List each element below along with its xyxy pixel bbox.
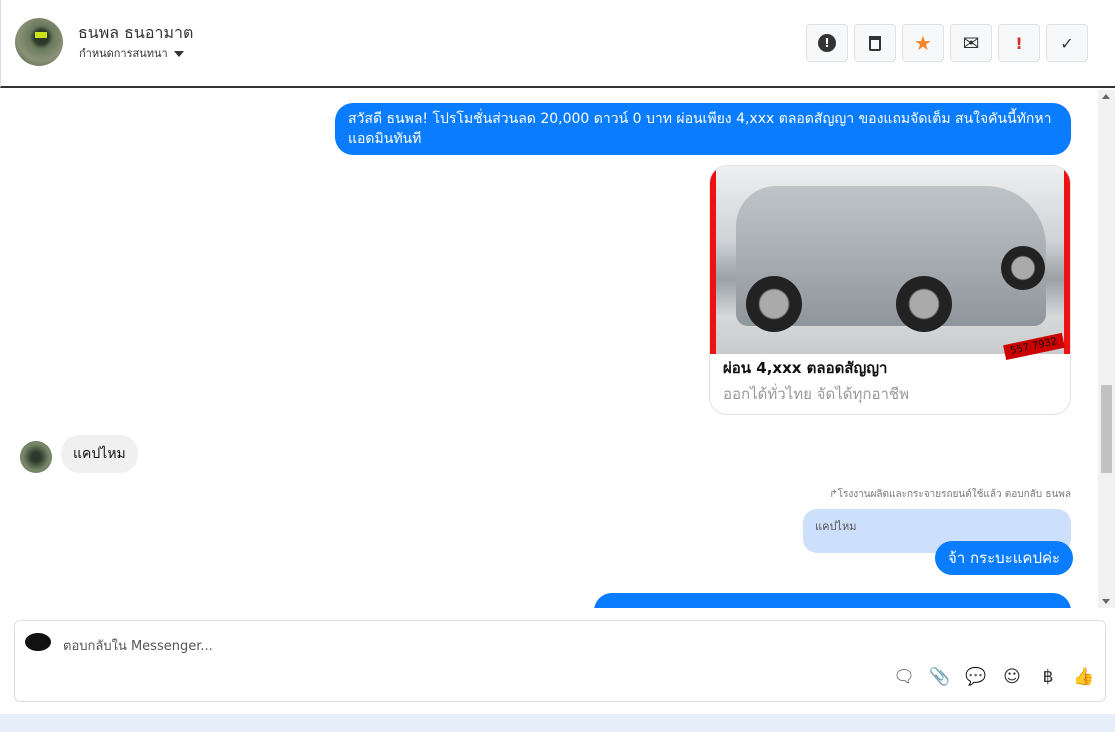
message-input[interactable]: ตอบกลับใน Messenger... (63, 635, 213, 656)
star-button[interactable]: ★ (902, 24, 944, 62)
action-toolbar: ! ★ ✉ ! ✓ (806, 24, 1088, 62)
scrollbar[interactable] (1098, 90, 1115, 608)
outgoing-message-promo: สวัสดี ธนพล! โปรโมชั่นส่วนลด 20,000 ดาวน… (335, 103, 1071, 155)
composer: ตอบกลับใน Messenger... 🗨 📎 💬 ☺ ฿ 👍 (14, 620, 1106, 702)
attachment-icon[interactable]: 📎 (929, 667, 951, 687)
check-icon: ✓ (1060, 33, 1074, 53)
caret-down-icon (173, 51, 184, 57)
mark-done-button[interactable]: ✓ (1046, 24, 1088, 62)
alert-circle-icon: ! (818, 34, 836, 52)
trash-icon (869, 35, 881, 51)
sender-avatar (20, 441, 52, 473)
delete-button[interactable] (854, 24, 896, 62)
scroll-up-arrow[interactable] (1102, 94, 1110, 99)
follow-up-button[interactable]: ! (998, 24, 1040, 62)
mark-spam-button[interactable]: ! (806, 24, 848, 62)
scrollbar-thumb[interactable] (1101, 385, 1112, 473)
page-avatar (25, 633, 51, 651)
conversation-settings-dropdown[interactable]: กำหนดการสนทนา (79, 44, 184, 62)
product-card[interactable]: 557 7932 ผ่อน 4,xxx ตลอดสัญญา ออกได้ทั่ว… (709, 165, 1071, 415)
exclamation-icon: ! (1015, 33, 1023, 53)
contact-avatar[interactable] (15, 18, 63, 66)
star-icon: ★ (914, 31, 932, 55)
mark-unread-button[interactable]: ✉ (950, 24, 992, 62)
emoji-icon[interactable]: ☺ (1001, 667, 1023, 687)
thumbs-up-icon[interactable]: 👍 (1073, 667, 1095, 687)
conversation-settings-label: กำหนดการสนทนา (79, 47, 168, 60)
card-subtitle: ออกได้ทั่วไทย จัดได้ทุกอาชีพ (723, 385, 909, 403)
composer-tools: 🗨 📎 💬 ☺ ฿ 👍 (893, 667, 1095, 687)
conversation-header: ธนพล ธนอามาต กำหนดการสนทนา ! ★ ✉ ! ✓ (0, 0, 1115, 88)
reply-arrow-icon: ↱ (829, 489, 838, 500)
contact-name[interactable]: ธนพล ธนอามาต (78, 21, 193, 46)
envelope-icon: ✉ (962, 31, 980, 55)
card-title: ผ่อน 4,xxx ตลอดสัญญา (723, 359, 888, 377)
baht-icon[interactable]: ฿ (1037, 667, 1059, 687)
outgoing-message-partial (594, 593, 1071, 608)
reply-meta: ↱โรงงานผลิตและกระจายรถยนต์ใช้แล้ว ตอบกลั… (829, 487, 1071, 502)
incoming-message: แคปไหม (61, 435, 138, 473)
truck-image: 557 7932 (710, 166, 1070, 361)
chat-bubble-icon[interactable]: 💬 (965, 667, 987, 687)
footer-bar (0, 714, 1115, 732)
scroll-down-arrow[interactable] (1102, 599, 1110, 604)
saved-reply-icon[interactable]: 🗨 (893, 667, 915, 687)
message-thread: สวัสดี ธนพล! โปรโมชั่นส่วนลด 20,000 ดาวน… (0, 90, 1115, 608)
outgoing-reply: จ้า กระบะแคปค่ะ (935, 541, 1074, 575)
reply-meta-text: โรงงานผลิตและกระจายรถยนต์ใช้แล้ว ตอบกลับ… (837, 489, 1071, 500)
